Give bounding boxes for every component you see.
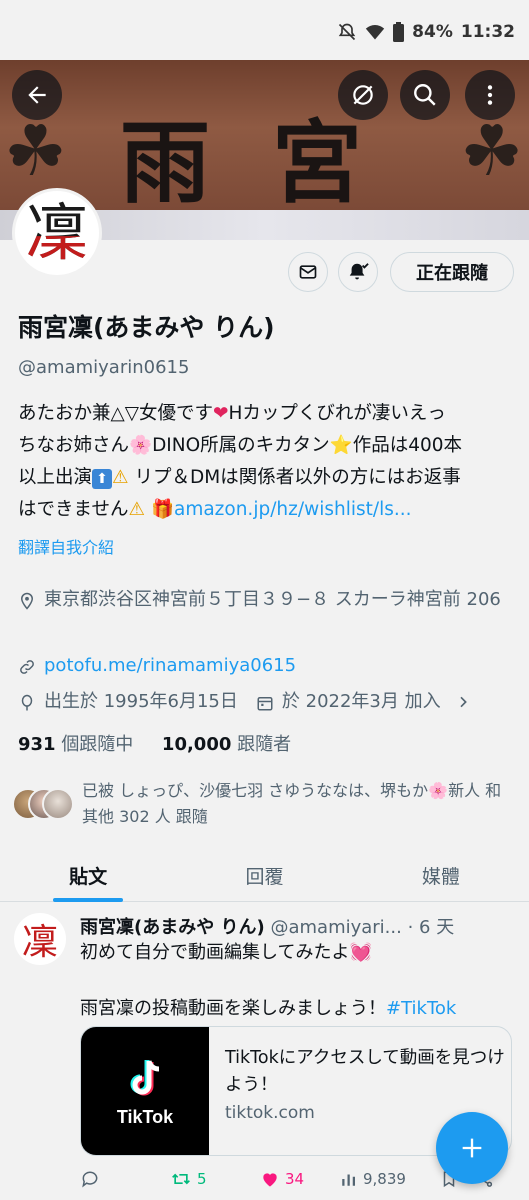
tiktok-logo-icon	[130, 1059, 160, 1095]
location-icon	[20, 592, 34, 610]
website-link[interactable]: potofu.me/rinamamiya0615	[44, 650, 296, 681]
up-arrow-emoji: ⬆	[92, 469, 113, 489]
notifications-button[interactable]	[338, 252, 378, 292]
warning-emoji: ⚠	[128, 499, 146, 520]
wifi-icon	[365, 23, 385, 41]
avatar	[42, 788, 74, 820]
joined-date: 於 2022年3月 加入	[281, 691, 441, 712]
views-icon	[342, 1174, 355, 1186]
retweet-count: 5	[197, 1170, 207, 1188]
retweet-button[interactable]: 5	[170, 1169, 260, 1189]
link-icon	[20, 660, 34, 674]
bio-line: はできません⚠ 🎁amazon.jp/hz/wishlist/ls...	[18, 499, 412, 520]
bio: あたおか兼△▽女優です❤Hカップくびれが凄いえっ ちなお姉さん🌸DINO所属のキ…	[18, 398, 518, 526]
retweet-icon	[172, 1173, 190, 1185]
follower-avatars	[12, 788, 74, 822]
plus-icon	[462, 1138, 482, 1158]
display-name: 雨宮凜(あまみや りん)	[18, 313, 275, 342]
star-emoji: ⭐	[329, 435, 353, 456]
following-link[interactable]: 931 個跟隨中	[18, 734, 133, 755]
more-options-button[interactable]	[465, 70, 515, 120]
translate-off-icon	[353, 85, 373, 105]
tab-replies[interactable]: 回覆	[176, 850, 352, 901]
follow-counts: 931 個跟隨中 10,000 跟隨者	[18, 730, 291, 756]
following-button[interactable]: 正在跟隨	[390, 252, 514, 292]
location: 東京都渋谷区神宮前５丁目３９−８ スカーラ神宮前 206	[18, 584, 518, 615]
reply-icon	[82, 1171, 98, 1188]
followers-link[interactable]: 10,000 跟隨者	[162, 734, 291, 755]
profile-tabs: 貼文 回覆 媒體	[0, 850, 529, 902]
search-button[interactable]	[400, 70, 450, 120]
heart-icon	[263, 1173, 277, 1187]
chevron-right-icon[interactable]	[455, 694, 471, 710]
calendar-icon	[257, 697, 273, 711]
birth-and-joined: 出生於 1995年6月15日 於 2022年3月 加入	[18, 686, 518, 717]
views-button[interactable]: 9,839	[340, 1170, 440, 1188]
clock: 11:32	[460, 22, 515, 42]
search-icon	[414, 84, 436, 106]
warning-emoji: ⚠	[112, 467, 129, 488]
translate-bio-link[interactable]: 翻譯自我介紹	[18, 534, 114, 558]
battery-level: 84%	[412, 22, 453, 42]
reply-button[interactable]	[80, 1169, 170, 1189]
status-bar: 84% 11:32	[0, 0, 529, 64]
bio-line: ちなお姉さん🌸DINO所属のキカタン⭐作品は400本	[18, 435, 463, 456]
translate-toggle-button[interactable]	[338, 70, 388, 120]
mute-icon	[337, 22, 357, 42]
bio-line: あたおか兼△▽女優です❤Hカップくびれが凄いえっ	[18, 403, 446, 424]
tweet-avatar[interactable]: 凜	[14, 913, 66, 965]
banner-sign-text: 雨 宮	[120, 110, 364, 216]
balloon-icon	[21, 694, 33, 711]
followed-by-text: 已被 しょっぴ、沙優七羽 さゆうななは、堺もか🌸新人 和 其他 302 人 跟隨	[82, 781, 502, 826]
back-arrow-icon	[28, 86, 46, 104]
clover-icon: ☘	[4, 110, 67, 192]
like-count: 34	[285, 1170, 305, 1188]
bio-line: 以上出演 ⬆ ⚠ リプ＆DMは関係者以外の方にはお返事	[18, 467, 461, 489]
avatar[interactable]: 凜 凜	[12, 188, 102, 278]
more-vertical-icon	[487, 85, 493, 105]
back-button[interactable]	[12, 70, 62, 120]
tweet-time: · 6 天	[407, 917, 455, 938]
heart-emoji: ❤	[212, 403, 229, 424]
view-count: 9,839	[363, 1170, 406, 1188]
tab-posts[interactable]: 貼文	[0, 850, 176, 901]
followed-by[interactable]: 已被 しょっぴ、沙優七羽 さゆうななは、堺もか🌸新人 和 其他 302 人 跟隨	[12, 778, 517, 830]
birth-date: 出生於 1995年6月15日	[44, 691, 238, 712]
tweet-text: 初めて自分で動画編集してみたよ💓 雨宮凜の投稿動画を楽しみましょう！#TikTo…	[80, 942, 457, 1019]
tweet-author-name: 雨宮凜(あまみや りん)	[80, 917, 265, 938]
tab-media[interactable]: 媒體	[353, 850, 529, 901]
message-button[interactable]	[288, 252, 328, 292]
cherry-blossom-emoji: 🌸	[129, 435, 153, 456]
card-title: TikTokにアクセスして動画を見つけよう！	[225, 1048, 505, 1095]
wishlist-link[interactable]: amazon.jp/hz/wishlist/ls...	[174, 499, 412, 520]
gift-emoji: 🎁	[150, 499, 174, 520]
tweet-header: 雨宮凜(あまみや りん) @amamiyari... · 6 天	[80, 913, 520, 939]
battery-icon	[393, 22, 405, 42]
like-button[interactable]: 34	[260, 1169, 340, 1189]
hashtag-link[interactable]: #TikTok	[386, 998, 456, 1019]
tweet-author-handle: @amamiyari...	[270, 917, 402, 938]
tiktok-thumbnail: TikTok	[81, 1027, 209, 1155]
compose-button[interactable]	[436, 1112, 508, 1184]
bell-check-icon	[349, 263, 369, 280]
website: potofu.me/rinamamiya0615	[18, 650, 296, 681]
handle: @amamiyarin0615	[18, 357, 190, 378]
mail-icon	[299, 265, 317, 279]
